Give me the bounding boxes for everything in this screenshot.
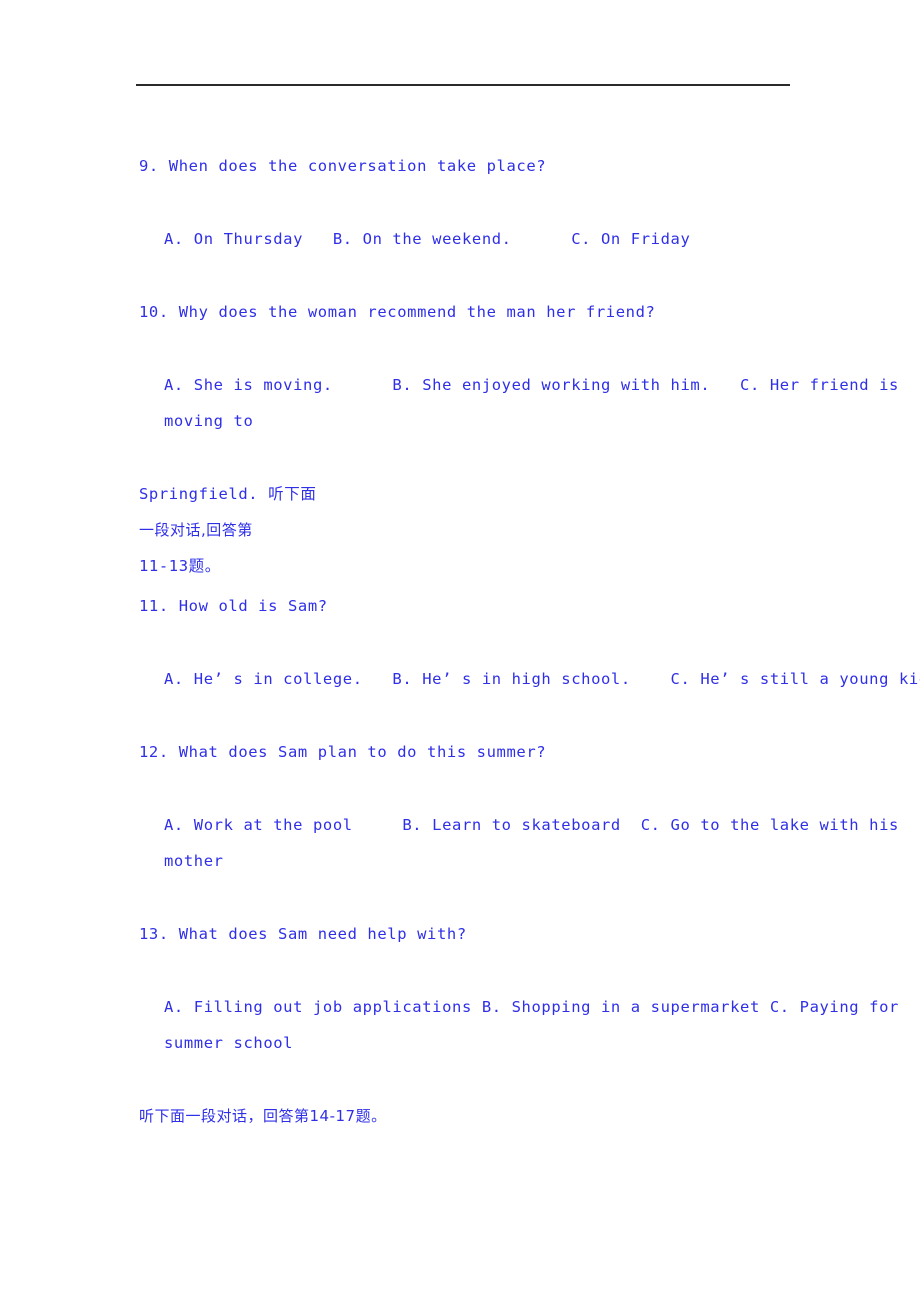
note-springfield-line-3: 11-13题。 [139,557,221,575]
question-options-10-line-2: moving to [164,412,254,430]
question-options-10-line-1: A. She is moving. B. She enjoyed working… [164,376,899,394]
question-stem-11: 11. How old is Sam? [139,597,328,615]
question-stem-9: 9. When does the conversation take place… [139,157,547,175]
top-horizontal-rule [136,84,790,86]
question-options-11-line-1: A. He’ s in college. B. He’ s in high sc… [164,670,920,688]
document-page: 9. When does the conversation take place… [0,0,920,1302]
question-options-13-line-1: A. Filling out job applications B. Shopp… [164,998,899,1016]
question-stem-10: 10. Why does the woman recommend the man… [139,303,656,321]
question-options-12-line-2: mother [164,852,224,870]
question-options-9-line-1: A. On Thursday B. On the weekend. C. On … [164,230,691,248]
note-springfield-line-2: 一段对话,回答第 [139,521,253,539]
note-springfield-line-1: Springfield. 听下面 [139,485,317,503]
question-stem-13: 13. What does Sam need help with? [139,925,467,943]
note-closing-instruction: 听下面一段对话，回答第14-17题。 [139,1107,387,1125]
question-options-13-line-2: summer school [164,1034,294,1052]
question-stem-12: 12. What does Sam plan to do this summer… [139,743,547,761]
question-options-12-line-1: A. Work at the pool B. Learn to skateboa… [164,816,899,834]
